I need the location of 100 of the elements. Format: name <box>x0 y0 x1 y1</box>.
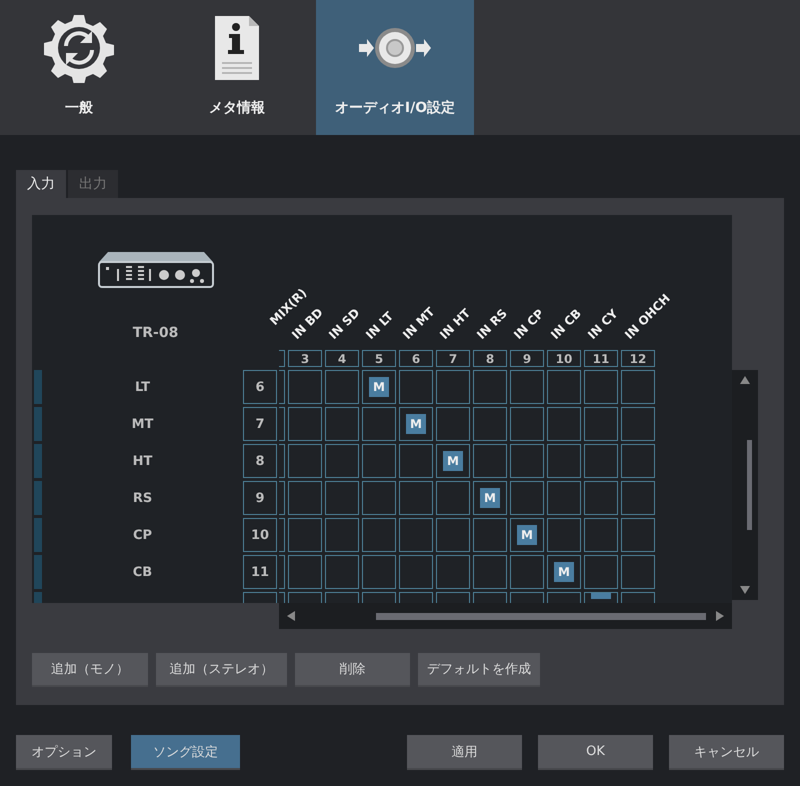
matrix-cell[interactable] <box>584 444 618 478</box>
tab[interactable]: メタ情報 <box>158 0 316 135</box>
tab[interactable]: 一般 <box>0 0 158 135</box>
matrix-cell[interactable] <box>325 370 359 404</box>
matrix-cell[interactable] <box>584 481 618 515</box>
matrix-cell[interactable] <box>621 407 655 441</box>
scroll-up-icon[interactable] <box>740 376 750 384</box>
matrix-cell[interactable] <box>510 481 544 515</box>
assignment-mark[interactable]: M <box>406 414 426 434</box>
matrix-cell[interactable] <box>325 444 359 478</box>
assignment-mark[interactable]: M <box>517 525 537 545</box>
channel-bar <box>34 555 42 589</box>
matrix-cell[interactable] <box>547 481 581 515</box>
matrix-cell[interactable] <box>436 518 470 552</box>
matrix-cell[interactable] <box>510 407 544 441</box>
matrix-cell[interactable] <box>473 444 507 478</box>
column-number: 8 <box>473 350 507 367</box>
matrix-cell[interactable] <box>584 370 618 404</box>
matrix-cell[interactable] <box>325 518 359 552</box>
matrix-cell[interactable] <box>288 444 322 478</box>
column-number: 3 <box>288 350 322 367</box>
matrix-cell[interactable] <box>547 444 581 478</box>
panel-button[interactable]: 削除 <box>295 653 410 687</box>
matrix-cell[interactable] <box>325 481 359 515</box>
panel-button[interactable]: 追加（ステレオ） <box>156 653 287 687</box>
channel-name: LT <box>135 380 150 394</box>
matrix-cell[interactable] <box>436 370 470 404</box>
subtab[interactable]: 入力 <box>16 170 66 198</box>
matrix-cell[interactable] <box>510 444 544 478</box>
matrix-cell[interactable] <box>621 555 655 589</box>
matrix-cell[interactable] <box>399 444 433 478</box>
scroll-left-icon[interactable] <box>287 611 295 621</box>
matrix-cell[interactable] <box>436 407 470 441</box>
matrix-cell[interactable]: M <box>547 555 581 589</box>
matrix-cell[interactable] <box>510 555 544 589</box>
matrix-cell[interactable] <box>288 518 322 552</box>
matrix-cell[interactable] <box>325 407 359 441</box>
channel-bar <box>34 407 42 441</box>
assignment-mark[interactable]: M <box>369 377 389 397</box>
matrix-cell[interactable] <box>547 407 581 441</box>
matrix-cell[interactable] <box>325 555 359 589</box>
matrix-cell[interactable] <box>362 481 396 515</box>
matrix-cell[interactable] <box>473 370 507 404</box>
matrix-cell[interactable] <box>621 444 655 478</box>
column-number: 4 <box>325 350 359 367</box>
matrix-cell[interactable] <box>473 555 507 589</box>
channel-bar <box>34 481 42 515</box>
matrix-cell[interactable] <box>473 518 507 552</box>
matrix-cell[interactable] <box>621 481 655 515</box>
matrix-cell[interactable] <box>547 518 581 552</box>
panel-button[interactable]: デフォルトを作成 <box>418 653 540 687</box>
matrix-cell[interactable] <box>399 555 433 589</box>
vertical-scrollbar[interactable] <box>732 370 758 600</box>
matrix-cell[interactable] <box>399 481 433 515</box>
document-info-icon <box>214 15 260 81</box>
matrix-cell[interactable]: M <box>473 481 507 515</box>
assignment-mark[interactable]: M <box>554 562 574 582</box>
assignment-mark[interactable]: M <box>443 451 463 471</box>
matrix-cell[interactable] <box>362 444 396 478</box>
footer-button[interactable]: キャンセル <box>669 735 784 770</box>
matrix-cell[interactable]: M <box>510 518 544 552</box>
matrix-cell[interactable] <box>399 370 433 404</box>
matrix-cell[interactable] <box>584 518 618 552</box>
column-number: 7 <box>436 350 470 367</box>
matrix-cell[interactable] <box>473 407 507 441</box>
matrix-cell[interactable] <box>621 518 655 552</box>
channel-name: HT <box>132 454 152 468</box>
matrix-cell[interactable] <box>288 481 322 515</box>
scroll-right-icon[interactable] <box>716 611 724 621</box>
matrix-cell[interactable] <box>510 370 544 404</box>
scroll-down-icon[interactable] <box>740 586 750 594</box>
matrix-cell[interactable] <box>621 370 655 404</box>
footer-button[interactable]: OK <box>538 735 653 770</box>
channel-bar <box>34 444 42 478</box>
footer-button[interactable]: オプション <box>16 735 112 770</box>
footer-button[interactable]: 適用 <box>407 735 522 770</box>
matrix-cell[interactable]: M <box>362 370 396 404</box>
assignment-mark[interactable]: M <box>480 488 500 508</box>
tab[interactable]: オーディオI/O設定 <box>316 0 474 135</box>
subtab[interactable]: 出力 <box>68 170 118 198</box>
channel-name: RS <box>132 490 152 506</box>
matrix-cell[interactable]: M <box>436 444 470 478</box>
matrix-cell[interactable] <box>362 555 396 589</box>
matrix-cell[interactable] <box>288 555 322 589</box>
footer-button[interactable]: ソング設定 <box>131 735 240 770</box>
matrix-cell[interactable] <box>288 370 322 404</box>
matrix-cell[interactable]: M <box>399 407 433 441</box>
horizontal-scrollbar[interactable] <box>279 603 732 629</box>
matrix-cell[interactable] <box>436 555 470 589</box>
panel-button[interactable]: 追加（モノ） <box>32 653 148 687</box>
matrix-cell[interactable] <box>584 555 618 589</box>
matrix-cell[interactable] <box>584 407 618 441</box>
matrix-cell[interactable] <box>399 518 433 552</box>
column-number: 5 <box>362 350 396 367</box>
matrix-cell[interactable] <box>362 407 396 441</box>
channel-bar <box>34 370 42 404</box>
matrix-cell[interactable] <box>436 481 470 515</box>
matrix-cell[interactable] <box>547 370 581 404</box>
matrix-cell[interactable] <box>288 407 322 441</box>
matrix-cell[interactable] <box>362 518 396 552</box>
